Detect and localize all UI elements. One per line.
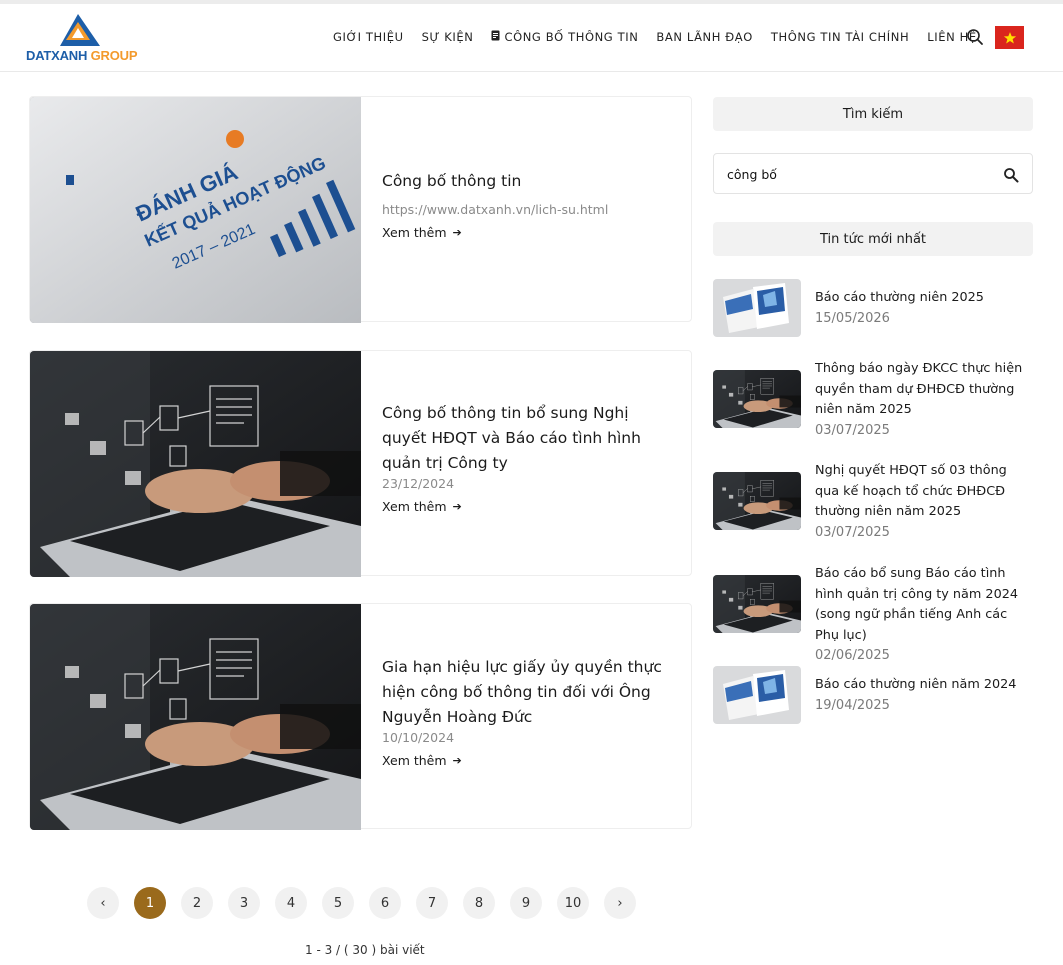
read-more-link[interactable]: Xem thêm ➔	[382, 753, 462, 768]
logo-text-main: DATXANH	[26, 48, 88, 63]
read-more-link[interactable]: Xem thêm ➔	[382, 225, 462, 240]
news-title[interactable]: Nghị quyết HĐQT số 03 thông qua kế hoạch…	[815, 461, 1033, 523]
article-card[interactable]: Công bố thông tin bổ sung Nghị quyết HĐQ…	[29, 350, 692, 576]
page-10-button[interactable]: 10	[557, 887, 589, 919]
news-title[interactable]: Báo cáo bổ sung Báo cáo tình hình quản t…	[815, 564, 1033, 646]
page-3-button[interactable]: 3	[228, 887, 260, 919]
read-more-link[interactable]: Xem thêm ➔	[382, 499, 462, 514]
logo-mark-icon	[60, 14, 100, 46]
article-body: Công bố thông tin https://www.datxanh.vn…	[382, 97, 672, 323]
document-icon	[491, 30, 501, 44]
arrow-right-icon: ➔	[452, 500, 462, 513]
news-thumbnail-laptop[interactable]	[713, 370, 801, 428]
article-url: https://www.datxanh.vn/lich-su.html	[382, 202, 609, 217]
page-6-button[interactable]: 6	[369, 887, 401, 919]
nav-cong-bo-thong-tin[interactable]: CÔNG BỐ THÔNG TIN	[491, 30, 638, 44]
nav-ban-lanh-dao[interactable]: BAN LÃNH ĐẠO	[656, 30, 753, 44]
page-9-button[interactable]: 9	[510, 887, 542, 919]
site-header: DATXANH GROUP GIỚI THIỆU SỰ KIỆN CÔNG BỐ…	[0, 4, 1063, 72]
search-icon[interactable]	[966, 28, 984, 46]
article-thumbnail-laptop[interactable]	[30, 351, 361, 577]
news-title[interactable]: Báo cáo thường niên năm 2024	[815, 675, 1033, 696]
read-more-label: Xem thêm	[382, 225, 447, 240]
nav-cong-bo-thong-tin-label: CÔNG BỐ THÔNG TIN	[504, 30, 639, 44]
article-thumbnail-laptop[interactable]	[30, 604, 361, 830]
article-thumbnail-report-book[interactable]	[30, 97, 361, 323]
nav-gioi-thieu[interactable]: GIỚI THIỆU	[333, 30, 404, 44]
read-more-label: Xem thêm	[382, 499, 447, 514]
page-2-button[interactable]: 2	[181, 887, 213, 919]
vietnam-flag-icon[interactable]	[995, 26, 1024, 49]
search-heading: Tìm kiếm	[713, 97, 1033, 131]
news-thumbnail-annual-report[interactable]	[713, 279, 801, 337]
pagination: ‹ 1 2 3 4 5 6 7 8 9 10 ›	[87, 887, 651, 919]
read-more-label: Xem thêm	[382, 753, 447, 768]
news-title[interactable]: Báo cáo thường niên 2025	[815, 288, 1033, 309]
news-thumbnail-laptop[interactable]	[713, 472, 801, 530]
nav-thong-tin-tai-chinh[interactable]: THÔNG TIN TÀI CHÍNH	[771, 30, 909, 44]
latest-news-heading: Tin tức mới nhất	[713, 222, 1033, 256]
page-7-button[interactable]: 7	[416, 887, 448, 919]
page-1-button[interactable]: 1	[134, 887, 166, 919]
news-date: 03/07/2025	[815, 524, 890, 540]
logo-text-group: GROUP	[90, 48, 138, 63]
pagination-summary: 1 - 3 / ( 30 ) bài viết	[305, 943, 425, 957]
nav-su-kien[interactable]: SỰ KIỆN	[422, 30, 474, 44]
next-page-button[interactable]: ›	[604, 887, 636, 919]
news-date: 15/05/2026	[815, 310, 890, 326]
news-title[interactable]: Thông báo ngày ĐKCC thực hiện quyền tham…	[815, 359, 1033, 421]
page-4-button[interactable]: 4	[275, 887, 307, 919]
news-thumbnail-laptop[interactable]	[713, 575, 801, 633]
main-nav: GIỚI THIỆU SỰ KIỆN CÔNG BỐ THÔNG TIN BAN…	[333, 30, 995, 44]
sidebar-search-box	[713, 153, 1033, 194]
logo-wordmark: DATXANH GROUP	[26, 48, 137, 63]
search-input[interactable]	[727, 165, 987, 183]
article-title[interactable]: Công bố thông tin bổ sung Nghị quyết HĐQ…	[382, 401, 672, 476]
page-8-button[interactable]: 8	[463, 887, 495, 919]
article-date: 23/12/2024	[382, 476, 455, 491]
article-body: Công bố thông tin bổ sung Nghị quyết HĐQ…	[382, 351, 672, 577]
datxanh-logo[interactable]: DATXANH GROUP	[26, 14, 137, 64]
article-date: 10/10/2024	[382, 730, 455, 745]
news-thumbnail-annual-report[interactable]	[713, 666, 801, 724]
article-card[interactable]: Gia hạn hiệu lực giấy ủy quyền thực hiện…	[29, 603, 692, 829]
search-submit-icon[interactable]	[1003, 167, 1019, 183]
article-title[interactable]: Công bố thông tin	[382, 169, 672, 194]
news-date: 19/04/2025	[815, 697, 890, 713]
arrow-right-icon: ➔	[452, 226, 462, 239]
arrow-right-icon: ➔	[452, 754, 462, 767]
article-card[interactable]: Công bố thông tin https://www.datxanh.vn…	[29, 96, 692, 322]
news-date: 03/07/2025	[815, 422, 890, 438]
article-title[interactable]: Gia hạn hiệu lực giấy ủy quyền thực hiện…	[382, 655, 672, 730]
news-date: 02/06/2025	[815, 648, 890, 663]
article-body: Gia hạn hiệu lực giấy ủy quyền thực hiện…	[382, 604, 672, 830]
page-5-button[interactable]: 5	[322, 887, 354, 919]
prev-page-button[interactable]: ‹	[87, 887, 119, 919]
